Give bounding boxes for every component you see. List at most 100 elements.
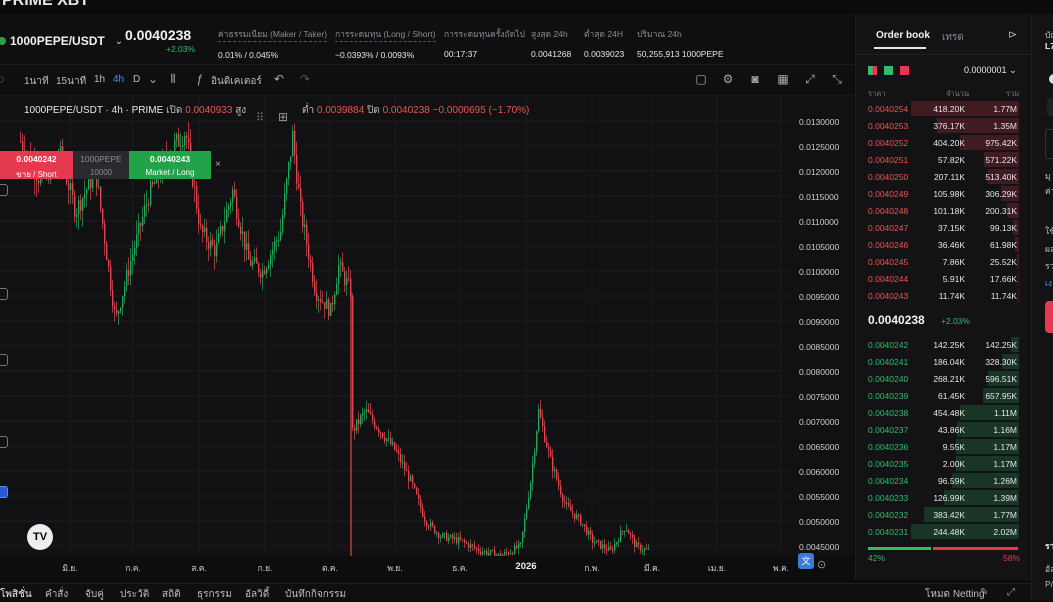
interval-1m[interactable]: 1นาที [24,74,49,89]
orderbook-row[interactable]: 0.0040236 9.55K 1.17M [856,438,1031,455]
input-field[interactable] [1047,98,1053,116]
candle [644,548,646,551]
drawing-tool-icon[interactable] [0,354,8,366]
interval-4h[interactable]: 4h [113,74,124,85]
orderbook-row[interactable]: 0.0040248 101.18K 200.31K [856,202,1031,219]
orderbook-row[interactable]: 0.0040231 244.48K 2.02M [856,523,1031,540]
add-pane-icon[interactable]: ⊞ [278,110,288,124]
input-field[interactable] [1045,129,1053,159]
row-amount: 9.55K [942,442,965,452]
orderbook-row[interactable]: 0.0040243 11.74K 11.74K [856,287,1031,304]
y-tick-label: 0.0070000 [799,417,840,427]
indicators-icon[interactable]: ƒ [193,72,207,86]
play-circle-icon[interactable]: ⊳ [1008,28,1017,41]
drawing-tool-icon[interactable] [0,288,8,300]
orderbook-row[interactable]: 0.0040246 36.46K 61.98K [856,236,1031,253]
orderbook-row[interactable]: 0.0040252 404.20K 975.42K [856,134,1031,151]
orderbook-row[interactable]: 0.0040249 105.98K 306.29K [856,185,1031,202]
candle [130,261,132,276]
row-total: 1.26M [993,476,1017,486]
orderbook-row[interactable]: 0.0040250 207.11K 513.40K [856,168,1031,185]
y-tick-label: 0.0130000 [799,117,840,127]
stat-fees[interactable]: ค่าธรรมเนียม (Maker / Taker) 0.01% / 0.0… [218,27,328,60]
candle [518,543,520,549]
quick-sell-button[interactable]: 0.0040242 ขาย / Short [0,151,73,179]
candle [540,409,542,418]
legend-open-label: เปิด [166,105,183,116]
orderbook-row[interactable]: 0.0040247 37.15K 99.13K [856,219,1031,236]
orderbook-view-modes [868,66,912,76]
order-book-panel: Order book เทรด ⊳ 0.0000001 ⌄ ราคา จำนวน… [855,14,1031,580]
candle [304,224,306,227]
orderbook-row[interactable]: 0.0040242 142.25K 142.25K [856,336,1031,353]
candle [428,526,430,528]
drag-handle-icon[interactable]: ⠿ [256,111,264,124]
quick-qty-field[interactable]: 1000PEPE 10000 [73,151,129,179]
tick-size-select[interactable]: 0.0000001 ⌄ [964,65,1017,76]
stat-label: ต่ำสุด 24H [584,29,623,39]
drawing-tool-icon[interactable] [0,184,8,196]
interval-15m[interactable]: 15นาที [56,74,86,89]
indicators-button[interactable]: อินดิเคเตอร์ [211,74,262,89]
orderbook-row[interactable]: 0.0040241 186.04K 328.30K [856,353,1031,370]
candle [410,476,412,482]
candle [596,540,598,543]
view-bids-icon[interactable] [884,66,893,75]
candle [354,427,356,431]
calendar-icon[interactable]: ▦ [776,72,790,86]
row-price: 0.0040238 [868,408,909,418]
candle [338,264,340,285]
interval-1h[interactable]: 1h [94,74,105,85]
orderbook-row[interactable]: 0.0040240 268.21K 596.51K [856,370,1031,387]
redo-icon[interactable]: ↷ [298,72,312,86]
layout-icon[interactable]: ▢ [694,72,708,86]
settings-icon[interactable]: ⚙ [721,72,735,86]
candle [492,550,494,552]
view-asks-icon[interactable] [900,66,909,75]
orderbook-row[interactable]: 0.0040244 5.91K 17.66K [856,270,1031,287]
orderbook-row[interactable]: 0.0040245 7.86K 25.52K [856,253,1031,270]
row-amount: 61.45K [938,391,965,401]
fullscreen-icon[interactable]: ⤢ [803,72,817,86]
tab-trades[interactable]: เทรด [942,30,964,45]
expand-icon[interactable]: ⤡ [830,72,844,86]
orderbook-row[interactable]: 0.0040254 418.20K 1.77M [856,100,1031,117]
sell-button[interactable] [1045,301,1053,333]
candle [228,205,230,210]
orderbook-row[interactable]: 0.0040235 2.00K 1.17M [856,455,1031,472]
stat-funding[interactable]: การระดมทุน (Long / Short) −0.0393% / 0.0… [335,27,436,60]
drawing-tool-icon[interactable] [0,436,8,448]
edit-icon[interactable]: ✎ [980,587,988,598]
orderbook-row[interactable]: 0.0040239 61.45K 657.95K [856,387,1031,404]
row-price: 0.0040251 [868,155,909,165]
pair-selector[interactable]: 1000PEPE/USDT ⌄ [0,34,123,48]
cursor-icon[interactable]: ◌ [0,72,8,86]
candle [318,299,320,301]
candle [490,550,492,554]
drawing-tool-icon[interactable] [0,486,8,498]
view-both-icon[interactable] [868,66,877,75]
quick-trade-panel: 0.0040242 ขาย / Short 1000PEPE 10000 0.0… [0,151,225,179]
orderbook-row[interactable]: 0.0040251 57.82K 571.22K [856,151,1031,168]
orderbook-row[interactable]: 0.0040233 126.99K 1.39M [856,489,1031,506]
settings-small-icon[interactable]: ⊙ [817,558,826,571]
translate-icon[interactable]: 文 [798,553,814,569]
candle [452,535,454,539]
quick-buy-button[interactable]: 0.0040243 Market / Long [129,151,211,179]
undo-icon[interactable]: ↶ [272,72,286,86]
toggle-switch[interactable] [1049,74,1053,84]
orderbook-row[interactable]: 0.0040238 454.48K 1.11M [856,404,1031,421]
row-price: 0.0040236 [868,442,909,452]
expand-panel-icon[interactable]: ⤢ [1007,587,1015,598]
candle [178,134,180,147]
interval-1d[interactable]: D [133,74,140,85]
candles-icon[interactable]: ⫴ [166,72,180,86]
orderbook-row[interactable]: 0.0040234 96.59K 1.26M [856,472,1031,489]
tab-order-book[interactable]: Order book [876,30,930,41]
close-icon[interactable]: × [211,151,225,179]
orderbook-row[interactable]: 0.0040253 376.17K 1.35M [856,117,1031,134]
orderbook-row[interactable]: 0.0040232 383.42K 1.77M [856,506,1031,523]
camera-icon[interactable]: ◙ [748,72,762,86]
chevron-down-icon[interactable]: ⌄ [146,72,160,86]
orderbook-row[interactable]: 0.0040237 43.86K 1.16M [856,421,1031,438]
